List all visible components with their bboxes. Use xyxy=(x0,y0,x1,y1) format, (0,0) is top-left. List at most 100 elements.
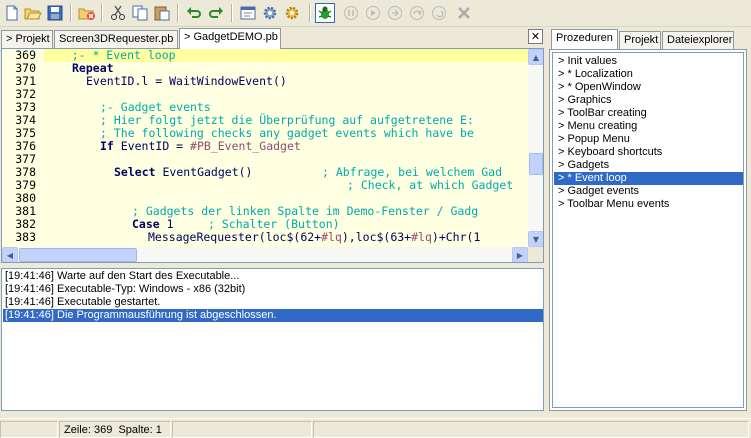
toolbar-separator xyxy=(177,4,179,22)
code-area[interactable]: ;- * Event loop Repeat EventID.l = WaitW… xyxy=(44,49,528,247)
log-row[interactable]: [19:41:46] Executable gestartet. xyxy=(3,296,543,309)
continue-icon[interactable] xyxy=(363,3,383,23)
line-number: 383 xyxy=(15,230,36,244)
code-line: ; Check, at which Gadget xyxy=(347,179,513,192)
code-text: EventID.l = xyxy=(86,74,170,88)
tab-label: GadgetDEMO.pb xyxy=(193,31,278,43)
status-panel-empty xyxy=(313,421,749,438)
close-file-icon[interactable] xyxy=(77,3,97,23)
scrollbar-corner xyxy=(528,247,543,262)
vertical-scrollbar[interactable]: ▲ ▼ xyxy=(528,49,543,247)
log-timestamp: [19:41:46] xyxy=(5,296,54,308)
tab-label: Prozeduren xyxy=(556,32,613,44)
open-file-icon[interactable] xyxy=(23,3,43,23)
toolbar-separator xyxy=(231,4,233,22)
tab-projekt[interactable]: > Projekt xyxy=(1,30,53,48)
compile-options-icon[interactable] xyxy=(260,3,280,23)
scrollbar-thumb[interactable] xyxy=(529,153,543,175)
toolbar xyxy=(0,0,751,27)
tab-projekt-tool[interactable]: Projekt xyxy=(619,31,661,49)
copy-icon[interactable] xyxy=(130,3,150,23)
log-row[interactable]: [19:41:46] Warte auf den Start des Execu… xyxy=(3,270,543,283)
procedure-item[interactable]: > Init values xyxy=(554,55,743,68)
code-text: WaitWindowEvent() xyxy=(169,74,287,88)
status-panel-empty xyxy=(0,421,58,438)
toolbar-separator xyxy=(70,4,72,22)
comment: ; Abfrage, bei welchem Gad xyxy=(322,165,503,179)
status-panel-empty xyxy=(172,421,312,438)
undo-icon[interactable] xyxy=(184,3,204,23)
log-timestamp: [19:41:46] xyxy=(5,309,54,321)
procedure-item[interactable]: > * Event loop xyxy=(554,172,743,185)
procedure-item[interactable]: > ToolBar creating xyxy=(554,107,743,120)
procedure-list[interactable]: > Init values > * Localization > * OpenWin… xyxy=(552,52,744,408)
tab-label: Projekt xyxy=(15,33,50,45)
comment: ; Check, at which Gadget xyxy=(347,178,514,192)
scroll-left-icon[interactable]: ◀ xyxy=(2,247,18,262)
project-options-icon[interactable] xyxy=(238,3,258,23)
tab-screen3drequester[interactable]: Screen3DRequester.pb xyxy=(54,30,178,48)
ide-window: > Projekt Screen3DRequester.pb > GadgetD… xyxy=(0,0,751,438)
code-text: EventID = xyxy=(113,139,191,153)
close-tab-button[interactable]: ✕ xyxy=(528,29,543,44)
procedure-item[interactable]: > Toolbar Menu events xyxy=(554,198,743,211)
comment: ;- Gadget events xyxy=(100,100,211,114)
code-editor[interactable]: 369 370 371 372 373 374 375 376 377 378 379 380 381 3… xyxy=(1,48,544,263)
log-timestamp: [19:41:46] xyxy=(5,270,54,282)
tab-gadgetdemo[interactable]: > GadgetDEMO.pb xyxy=(179,28,281,49)
tab-label: Screen3DRequester.pb xyxy=(59,33,174,45)
keyword: Repeat xyxy=(72,61,114,75)
procedure-item[interactable]: > * Localization xyxy=(554,68,743,81)
procedure-item[interactable]: > Menu creating xyxy=(554,120,743,133)
paste-icon[interactable] xyxy=(152,3,172,23)
code-text: MessageRequester(loc$(62+ xyxy=(148,230,322,244)
procedure-item[interactable]: > Gadget events xyxy=(554,185,743,198)
constant: #lq xyxy=(321,230,342,244)
keyword: Case xyxy=(132,217,160,231)
build-icon[interactable] xyxy=(282,3,302,23)
keyword: If xyxy=(100,139,114,153)
tab-dateiexplorer[interactable]: Dateiexplorer xyxy=(662,31,734,49)
code-line: Select EventGadget() xyxy=(114,166,252,179)
log-message: Warte auf den Start des Executable... xyxy=(57,270,240,282)
comment: ; Schalter (Button) xyxy=(208,217,340,231)
log-timestamp: [19:41:46] xyxy=(5,283,54,295)
constant: #PB_Event_Gadget xyxy=(190,139,301,153)
step-over-icon[interactable] xyxy=(407,3,427,23)
scroll-down-icon[interactable]: ▼ xyxy=(528,231,543,247)
procedure-panel: > Init values > * Localization > * OpenWin… xyxy=(549,49,747,411)
debug-output-log[interactable]: [19:41:46] Warte auf den Start des Execu… xyxy=(1,268,544,411)
procedure-item[interactable]: > * OpenWindow xyxy=(554,81,743,94)
redo-icon[interactable] xyxy=(206,3,226,23)
step-icon[interactable] xyxy=(385,3,405,23)
status-cursor-position: Zeile: 369 Spalte: 1 xyxy=(59,421,171,438)
comment: ; Gadgets der linken Spalte im Demo-Fens… xyxy=(132,204,479,218)
code-text: EventGadget() xyxy=(155,165,253,179)
code-text: ),loc$(63+ xyxy=(341,230,412,244)
procedure-item[interactable]: > Gadgets xyxy=(554,159,743,172)
save-file-icon[interactable] xyxy=(45,3,65,23)
new-file-icon[interactable] xyxy=(2,3,22,23)
procedure-item[interactable]: > Popup Menu xyxy=(554,133,743,146)
scrollbar-thumb[interactable] xyxy=(19,248,137,262)
kill-program-icon[interactable] xyxy=(454,3,474,23)
toolbar-separator xyxy=(101,4,103,22)
tool-tabs: Prozeduren Projekt Dateiexplorer xyxy=(549,29,749,49)
close-icon: ✕ xyxy=(530,30,541,43)
log-row[interactable]: [19:41:46] Executable-Typ: Windows - x86… xyxy=(3,283,543,296)
procedure-item[interactable]: > Graphics xyxy=(554,94,743,107)
comment: ; Hier folgt jetzt die Überprüfung auf a… xyxy=(100,113,474,127)
code-text: 1 xyxy=(159,217,174,231)
scroll-up-icon[interactable]: ▲ xyxy=(528,49,543,65)
step-out-icon[interactable] xyxy=(429,3,449,23)
pause-icon[interactable] xyxy=(341,3,361,23)
procedure-item[interactable]: > Keyboard shortcuts xyxy=(554,146,743,159)
debugger-icon[interactable] xyxy=(315,3,335,23)
horizontal-scrollbar[interactable]: ◀ ▶ xyxy=(2,247,528,262)
column-indicator: Spalte: 1 xyxy=(118,424,162,436)
log-message: Die Programmausführung ist abgeschlossen… xyxy=(57,309,277,321)
tab-prozeduren[interactable]: Prozeduren xyxy=(551,29,618,49)
scroll-right-icon[interactable]: ▶ xyxy=(512,247,528,262)
log-row[interactable]: [19:41:46] Die Programmausführung ist ab… xyxy=(3,309,543,322)
cut-icon[interactable] xyxy=(108,3,128,23)
